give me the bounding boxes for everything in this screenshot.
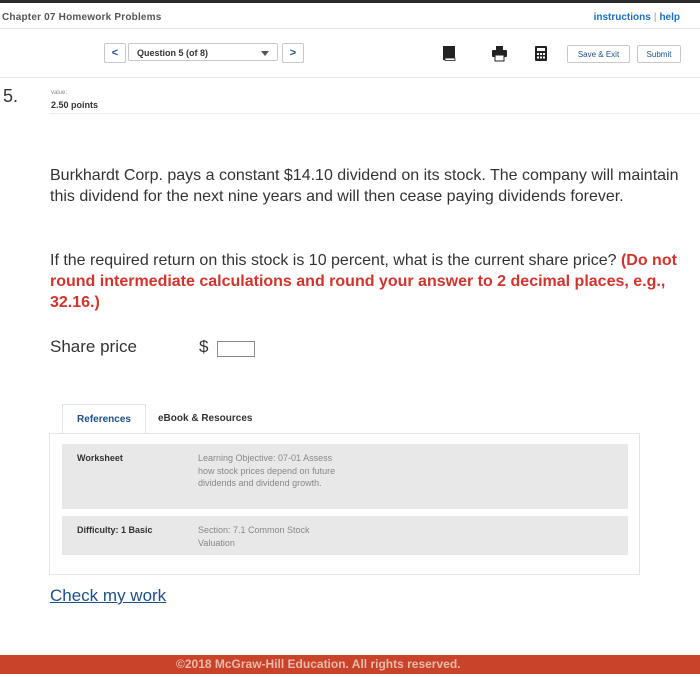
question-paragraph-1: Burkhardt Corp. pays a constant $14.10 d… [50, 167, 679, 205]
reference-row: Difficulty: 1 Basic Section: 7.1 Common … [62, 516, 628, 555]
reference-row: Worksheet Learning Objective: 07-01 Asse… [62, 444, 628, 509]
reference-row-label: Worksheet [77, 453, 123, 463]
question-paragraph-2: If the required return on this stock is … [50, 250, 700, 313]
tab-ebook-resources[interactable]: eBook & Resources [158, 404, 252, 434]
help-link[interactable]: help [659, 12, 680, 23]
points-divider [49, 113, 700, 114]
share-price-label: Share price [50, 337, 137, 356]
book-icon[interactable] [441, 45, 457, 62]
value-label: value: [51, 90, 68, 96]
top-links: instructions | help [594, 12, 680, 23]
chevron-down-icon [261, 51, 269, 56]
check-my-work-link[interactable]: Check my work [50, 586, 166, 606]
link-divider: | [653, 12, 657, 23]
question-select-value: Question 5 (of 8) [137, 48, 209, 58]
print-icon[interactable] [491, 45, 508, 62]
calculator-icon[interactable] [534, 45, 548, 62]
question-text: If the required return on this stock is … [50, 252, 621, 269]
submit-button[interactable]: Submit [637, 45, 681, 63]
reference-row-description: Section: 7.1 Common Stock Valuation [198, 525, 310, 548]
previous-question-button[interactable]: < [104, 43, 126, 63]
save-exit-button[interactable]: Save & Exit [567, 45, 630, 63]
points-value: 2.50 points [51, 100, 99, 110]
resource-tabs: References eBook & Resources [62, 404, 640, 434]
top-border [0, 0, 700, 3]
header-divider [0, 28, 700, 29]
tab-references[interactable]: References [62, 404, 146, 434]
chapter-title: Chapter 07 Homework Problems [2, 12, 162, 23]
currency-symbol: $ [199, 337, 209, 356]
question-select[interactable]: Question 5 (of 8) [128, 43, 278, 61]
next-question-button[interactable]: > [282, 43, 304, 63]
reference-row-label: Difficulty: 1 Basic [77, 525, 153, 535]
share-price-input[interactable] [217, 341, 255, 357]
footer-bar: ©2018 McGraw-Hill Education. All rights … [0, 655, 700, 674]
toolbar-divider [0, 77, 700, 78]
question-number: 5. [3, 86, 19, 106]
copyright-text: ©2018 McGraw-Hill Education. All rights … [176, 657, 461, 671]
reference-row-description: Learning Objective: 07-01 Assess how sto… [198, 453, 336, 488]
instructions-link[interactable]: instructions [594, 12, 651, 23]
